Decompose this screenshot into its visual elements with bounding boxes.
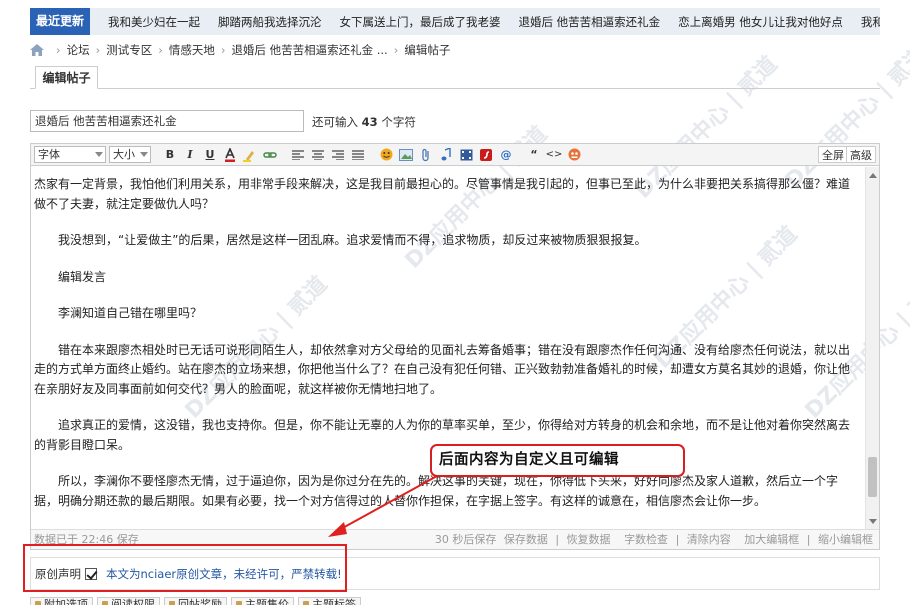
font-family-select[interactable]: 字体 <box>34 146 106 163</box>
chevron-down-icon <box>95 152 103 157</box>
italic-button[interactable]: I <box>181 146 199 163</box>
restore-data-link[interactable]: 恢复数据 <box>567 533 611 546</box>
breadcrumb: › 论坛 › 测试专区 › 情感天地 › 退婚后 他苦苦相逼索还礼金 ... ›… <box>30 42 450 58</box>
background-color-icon[interactable] <box>241 146 259 163</box>
char-counter-suffix: 个字符 <box>381 115 416 129</box>
subject-input[interactable] <box>30 110 304 132</box>
option-icon <box>35 601 41 605</box>
font-size-label: 大小 <box>113 148 135 161</box>
char-counter: 还可输入 43 个字符 <box>312 114 416 130</box>
flash-icon[interactable] <box>477 146 495 163</box>
breadcrumb-separator: › <box>95 43 101 57</box>
option-icon <box>303 601 309 605</box>
at-mention-icon[interactable]: @ <box>497 146 515 163</box>
editor-toolbar: 字体 大小 B I U @ “ <> 全屏 高级 <box>31 144 879 166</box>
save-data-link[interactable]: 保存数据 <box>504 533 548 546</box>
scrollbar-thumb[interactable] <box>868 457 877 497</box>
news-link[interactable]: 恋上离婚男 他女儿让我对他好点 <box>678 14 843 30</box>
align-justify-icon[interactable] <box>349 146 367 163</box>
tab-label: 回帖奖励 <box>178 598 222 605</box>
breadcrumb-separator: › <box>158 43 163 57</box>
tab-label: 阅读权限 <box>111 598 155 605</box>
emoji-icon[interactable] <box>377 146 395 163</box>
annotation-callout: 后面内容为自定义且可编辑 <box>430 444 685 477</box>
check-length-link[interactable]: 字数检查 <box>624 533 668 546</box>
latest-updates-bar: 最近更新 我和美少妇在一起 脚踏两船我选择沉沦 女下属送上门，最后成了我老婆 退… <box>30 8 880 35</box>
content-paragraph: 李澜知道自己错在哪里吗？ <box>58 306 203 320</box>
align-left-icon[interactable] <box>289 146 307 163</box>
image-icon[interactable] <box>397 146 415 163</box>
option-icon <box>236 601 242 605</box>
enlarge-editor-link[interactable]: 加大编辑框 <box>744 533 799 546</box>
shrink-editor-link[interactable]: 缩小编辑框 <box>818 533 873 546</box>
editor-actions: 30 秒后保存 保存数据 | 恢复数据 字数检查 | 清除内容 加大编辑框 | … <box>434 533 873 546</box>
option-icon <box>169 601 175 605</box>
tab-label: 附加选项 <box>44 598 88 605</box>
bold-button[interactable]: B <box>161 146 179 163</box>
home-icon[interactable] <box>30 44 44 56</box>
link-icon[interactable] <box>261 146 279 163</box>
attachment-icon[interactable] <box>417 146 435 163</box>
underline-button[interactable]: U <box>201 146 219 163</box>
scroll-up-icon[interactable] <box>869 173 877 178</box>
breadcrumb-separator: › <box>220 43 226 57</box>
breadcrumb-separator: › <box>56 43 61 57</box>
news-link[interactable]: 脚踏两船我选择沉沦 <box>218 14 322 30</box>
autosave-countdown: 30 秒后保存 <box>434 533 497 546</box>
news-link[interactable]: 退婚后 他苦苦相逼索还礼金 <box>519 14 661 30</box>
char-counter-prefix: 还可输入 <box>312 115 358 129</box>
content-paragraph: 编辑发言 <box>58 269 107 284</box>
scroll-down-icon[interactable] <box>869 519 877 524</box>
highlight-box <box>23 544 347 592</box>
char-counter-value: 43 <box>361 115 378 129</box>
font-size-select[interactable]: 大小 <box>109 146 151 163</box>
tab-edit-post[interactable]: 编辑帖子 <box>35 66 98 89</box>
content-paragraph: 杰家有一定背景，我怕他们利用关系，用非常手段来解决，这是我目前最担心的。尽管事情… <box>34 177 851 211</box>
quote-icon[interactable]: “ <box>525 146 543 163</box>
news-link[interactable]: 女下属送上门，最后成了我老婆 <box>340 14 501 30</box>
rich-text-editor: 字体 大小 B I U @ “ <> 全屏 高级 杰家有一定背景，我怕他们利用关… <box>30 143 880 550</box>
option-icon <box>102 601 108 605</box>
content-paragraph: 所以，李澜你不要怪廖杰无情，过于逼迫你，因为是你过分在先的。解决这事的关键，现在… <box>34 474 839 508</box>
news-link[interactable]: 我和美少妇在一起 <box>108 14 200 30</box>
video-icon[interactable] <box>457 146 475 163</box>
align-right-icon[interactable] <box>329 146 347 163</box>
breadcrumb-separator: › <box>393 43 399 57</box>
code-icon[interactable]: <> <box>545 146 563 163</box>
font-color-icon[interactable] <box>221 146 239 163</box>
breadcrumb-thread[interactable]: 退婚后 他苦苦相逼索还礼金 ... <box>231 42 387 58</box>
tab-reply-reward[interactable]: 回帖奖励 <box>164 597 227 605</box>
breadcrumb-emotion[interactable]: 情感天地 <box>169 42 215 58</box>
tab-thread-tags[interactable]: 主题标签 <box>298 597 361 605</box>
content-paragraph: 我没想到，“让爱做主”的后果，居然是这样一团乱麻。追求爱情而不得，追求物质，却反… <box>58 233 647 247</box>
audio-icon[interactable] <box>437 146 455 163</box>
breadcrumb-test-zone[interactable]: 测试专区 <box>106 42 152 58</box>
free-content-icon[interactable] <box>565 146 583 163</box>
extra-options-tabs: 附加选项 阅读权限 回帖奖励 主题售价 主题标签 <box>30 597 365 605</box>
news-link[interactable]: 我和女友的第一次啪啪 <box>861 14 880 30</box>
content-paragraph: 错在本来跟廖杰相处时已无话可说形同陌生人，却依然拿对方父母给的见面礼去筹备婚事；… <box>34 342 851 396</box>
chevron-down-icon <box>140 152 148 157</box>
clear-content-link[interactable]: 清除内容 <box>687 533 731 546</box>
latest-updates-tag: 最近更新 <box>30 8 91 35</box>
font-family-label: 字体 <box>38 148 60 161</box>
editor-scrollbar[interactable] <box>865 167 879 530</box>
tab-label: 主题标签 <box>312 598 356 605</box>
fullscreen-button[interactable]: 全屏 <box>818 146 848 163</box>
tab-label: 主题售价 <box>245 598 289 605</box>
tab-divider <box>30 88 880 89</box>
tab-read-permission[interactable]: 阅读权限 <box>97 597 160 605</box>
tab-thread-price[interactable]: 主题售价 <box>231 597 294 605</box>
advanced-mode-button[interactable]: 高级 <box>846 146 876 163</box>
breadcrumb-forum[interactable]: 论坛 <box>67 42 90 58</box>
align-center-icon[interactable] <box>309 146 327 163</box>
breadcrumb-current: 编辑帖子 <box>404 43 451 57</box>
tab-extra-options[interactable]: 附加选项 <box>30 597 93 605</box>
